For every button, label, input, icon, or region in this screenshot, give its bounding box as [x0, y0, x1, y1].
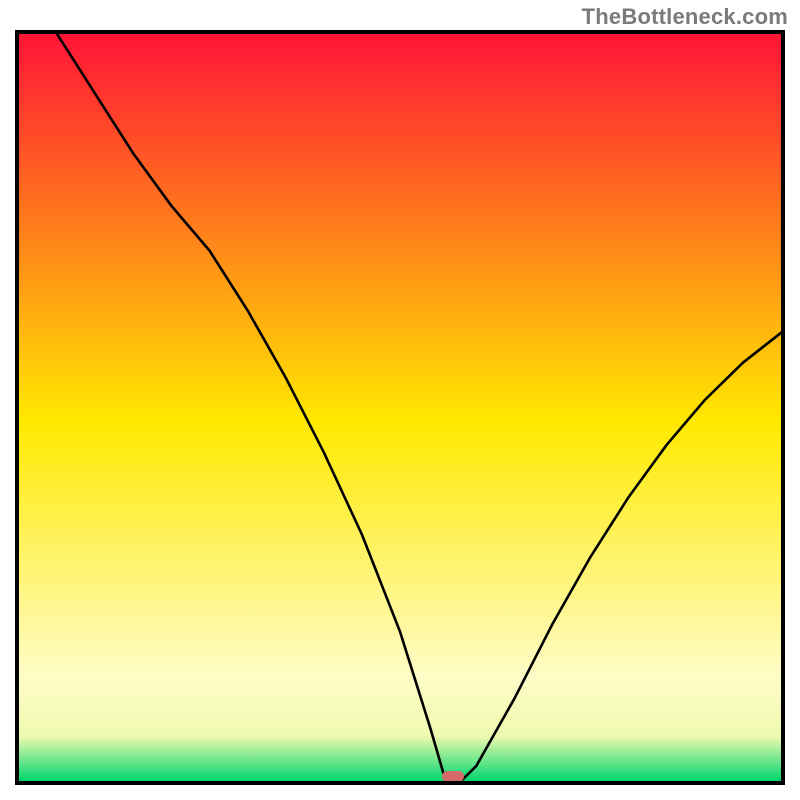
watermark-text: TheBottleneck.com	[582, 4, 788, 30]
plot-area	[15, 30, 785, 785]
curve-path	[57, 34, 781, 781]
bottleneck-curve	[19, 34, 781, 781]
highlight-marker	[442, 771, 464, 782]
chart-frame: TheBottleneck.com	[0, 0, 800, 800]
